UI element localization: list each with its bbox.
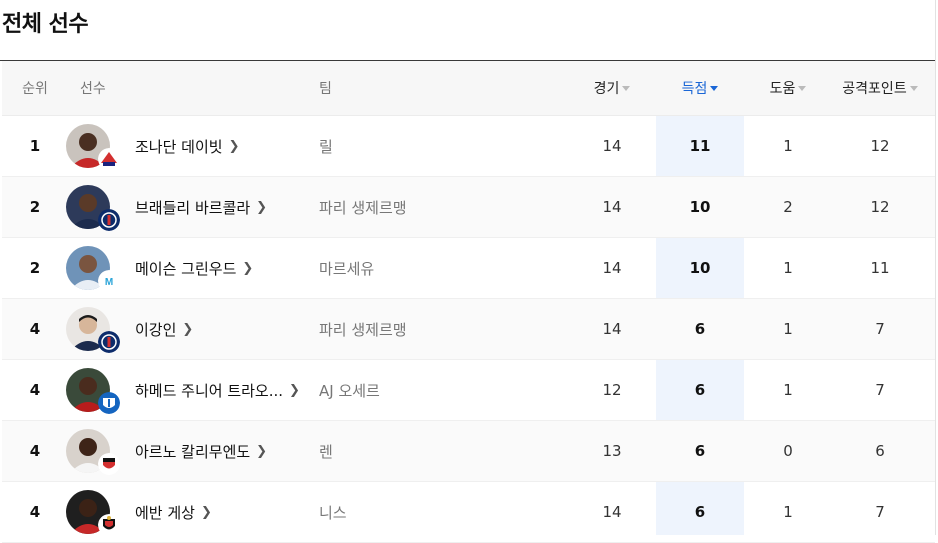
auxerre-crest-icon (98, 392, 120, 414)
points-value: 7 (875, 320, 885, 338)
assists-value: 1 (783, 259, 793, 277)
header-team: 팀 (319, 81, 332, 97)
chevron-right-icon: ❯ (256, 443, 268, 459)
chevron-right-icon: ❯ (200, 504, 212, 520)
lille-crest-icon (98, 148, 120, 170)
player-link[interactable]: 에반 게상 ❯ (66, 482, 316, 542)
player-rank: 4 (29, 442, 41, 460)
header-games-sort[interactable]: 경기 (568, 61, 656, 115)
panel-edge (935, 0, 936, 535)
sort-arrow-active-icon (710, 85, 719, 91)
points-value: 7 (875, 503, 885, 521)
header-rank: 순위 (22, 81, 48, 97)
player-rank: 4 (29, 503, 41, 521)
player-name: 조나단 데이빗 (135, 137, 223, 156)
player-name: 에반 게상 (135, 503, 195, 522)
team-name: AJ 오세르 (319, 381, 380, 400)
header-goals-sort[interactable]: 득점 (656, 61, 744, 115)
points-value: 11 (870, 259, 890, 277)
player-name: 메이슨 그린우드 (135, 259, 237, 278)
player-name: 하메드 주니어 트라오... (135, 381, 284, 400)
points-value: 6 (875, 442, 885, 460)
chevron-right-icon: ❯ (182, 321, 194, 337)
assists-value: 1 (783, 137, 793, 155)
games-value: 13 (602, 442, 622, 460)
points-value: 12 (870, 137, 890, 155)
games-value: 14 (602, 259, 622, 277)
page-title: 전체 선수 (2, 12, 89, 37)
goals-value: 6 (694, 442, 706, 460)
table-row: 4 이강인 ❯ 파리 생제르맹 14 6 1 7 (2, 299, 935, 360)
games-value: 14 (602, 503, 622, 521)
table-row: 1 조나단 데이빗 ❯ 릴 14 11 1 12 (2, 116, 935, 177)
goals-value: 11 (689, 137, 711, 155)
chevron-right-icon: ❯ (289, 382, 300, 398)
games-value: 14 (602, 320, 622, 338)
player-name: 아르노 칼리무엔도 (135, 442, 251, 461)
player-link[interactable]: 아르노 칼리무엔도 ❯ (66, 421, 316, 481)
psg-crest-icon (98, 209, 120, 231)
player-stats-table: 순위 선수 팀 경기 득점 도움 공격포인트 1 조나단 데이빗 ❯ 릴 14 … (2, 61, 935, 543)
player-link[interactable]: M 메이슨 그린우드 ❯ (66, 238, 316, 298)
header-assists-sort[interactable]: 도움 (744, 61, 832, 115)
chevron-right-icon: ❯ (242, 260, 254, 276)
team-name: 니스 (319, 503, 347, 522)
goals-value: 6 (694, 320, 706, 338)
table-row: 4 아르노 칼리무엔도 ❯ 렌 13 6 0 6 (2, 421, 935, 482)
player-rank: 4 (29, 381, 41, 399)
nice-crest-icon (98, 514, 120, 536)
goals-value: 6 (694, 381, 706, 399)
sort-arrow-icon (909, 85, 918, 91)
assists-value: 1 (783, 381, 793, 399)
sort-arrow-icon (798, 85, 807, 91)
player-link[interactable]: 조나단 데이빗 ❯ (66, 116, 316, 176)
chevron-right-icon: ❯ (228, 138, 240, 154)
points-value: 12 (870, 198, 890, 216)
marseille-crest-icon: M (98, 270, 120, 292)
table-row: 2 브래들리 바르콜라 ❯ 파리 생제르맹 14 10 2 12 (2, 177, 935, 238)
chevron-right-icon: ❯ (256, 199, 268, 215)
assists-value: 2 (783, 198, 793, 216)
header-player: 선수 (80, 81, 106, 97)
games-value: 12 (602, 381, 622, 399)
team-name: 렌 (319, 442, 333, 461)
player-rank: 4 (29, 320, 41, 338)
assists-value: 1 (783, 503, 793, 521)
games-value: 14 (602, 137, 622, 155)
player-name: 브래들리 바르콜라 (135, 198, 251, 217)
psg-crest-icon (98, 331, 120, 353)
header-points-sort[interactable]: 공격포인트 (832, 61, 928, 115)
player-rank: 2 (29, 259, 41, 277)
team-name: 파리 생제르맹 (319, 320, 407, 339)
svg-text:M: M (105, 277, 113, 288)
player-rank: 1 (29, 137, 41, 155)
table-row: 2 M 메이슨 그린우드 ❯ 마르세유 14 10 1 11 (2, 238, 935, 299)
games-value: 14 (602, 198, 622, 216)
assists-value: 1 (783, 320, 793, 338)
player-link[interactable]: 브래들리 바르콜라 ❯ (66, 177, 316, 237)
sort-arrow-icon (622, 85, 631, 91)
player-link[interactable]: 이강인 ❯ (66, 299, 316, 359)
table-row: 4 에반 게상 ❯ 니스 14 6 1 7 (2, 482, 935, 543)
rennes-crest-icon (98, 453, 120, 475)
player-link[interactable]: 하메드 주니어 트라오... ❯ (66, 360, 316, 420)
team-name: 릴 (319, 137, 333, 156)
player-name: 이강인 (135, 320, 177, 339)
goals-value: 10 (689, 198, 711, 216)
player-rank: 2 (29, 198, 41, 216)
points-value: 7 (875, 381, 885, 399)
goals-value: 6 (694, 503, 706, 521)
team-name: 마르세유 (319, 259, 375, 278)
team-name: 파리 생제르맹 (319, 198, 407, 217)
table-row: 4 하메드 주니어 트라오... ❯ AJ 오세르 12 6 1 7 (2, 360, 935, 421)
assists-value: 0 (783, 442, 793, 460)
table-header: 순위 선수 팀 경기 득점 도움 공격포인트 (2, 61, 935, 116)
goals-value: 10 (689, 259, 711, 277)
